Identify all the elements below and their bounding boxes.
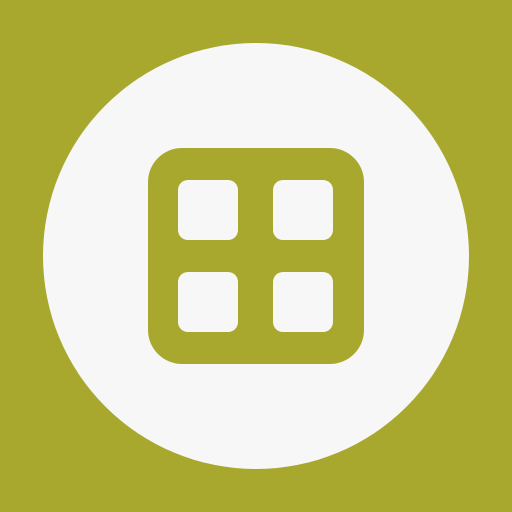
- grid-cell-top-left: [178, 180, 238, 240]
- grid-cell-bottom-right: [273, 272, 333, 332]
- grid-cell-top-right: [273, 180, 333, 240]
- grid-frame: [148, 148, 364, 364]
- grid-icon[interactable]: [0, 0, 512, 512]
- app-icon-background: [0, 0, 512, 512]
- grid-cell-bottom-left: [178, 272, 238, 332]
